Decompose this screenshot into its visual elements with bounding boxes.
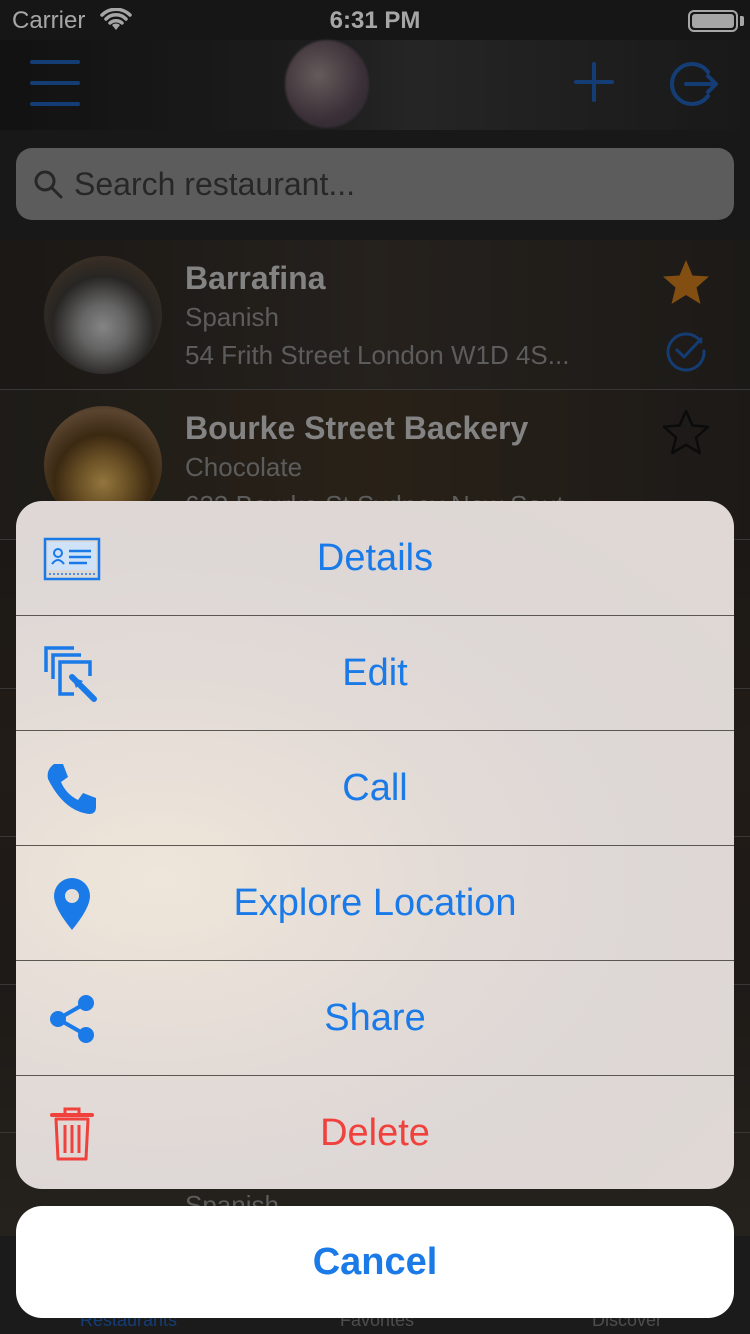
details-action-label: Details [316,537,434,579]
edit-action-label: Edit [342,652,408,694]
share-action[interactable]: Share [16,961,734,1076]
action-sheet: Details Edit Call Explore Location Share… [16,501,734,1189]
share-action-label: Share [324,997,426,1039]
explore-location-action[interactable]: Explore Location [16,846,734,961]
call-action[interactable]: Call [16,731,734,846]
cancel-button[interactable]: Cancel [16,1206,734,1318]
delete-action[interactable]: Delete [16,1076,734,1189]
explore-location-action-label: Explore Location [233,882,517,924]
call-action-label: Call [342,767,408,809]
edit-action[interactable]: Edit [16,616,734,731]
details-action[interactable]: Details [16,501,734,616]
delete-action-label: Delete [320,1112,430,1154]
cancel-button-label: Cancel [312,1241,438,1283]
